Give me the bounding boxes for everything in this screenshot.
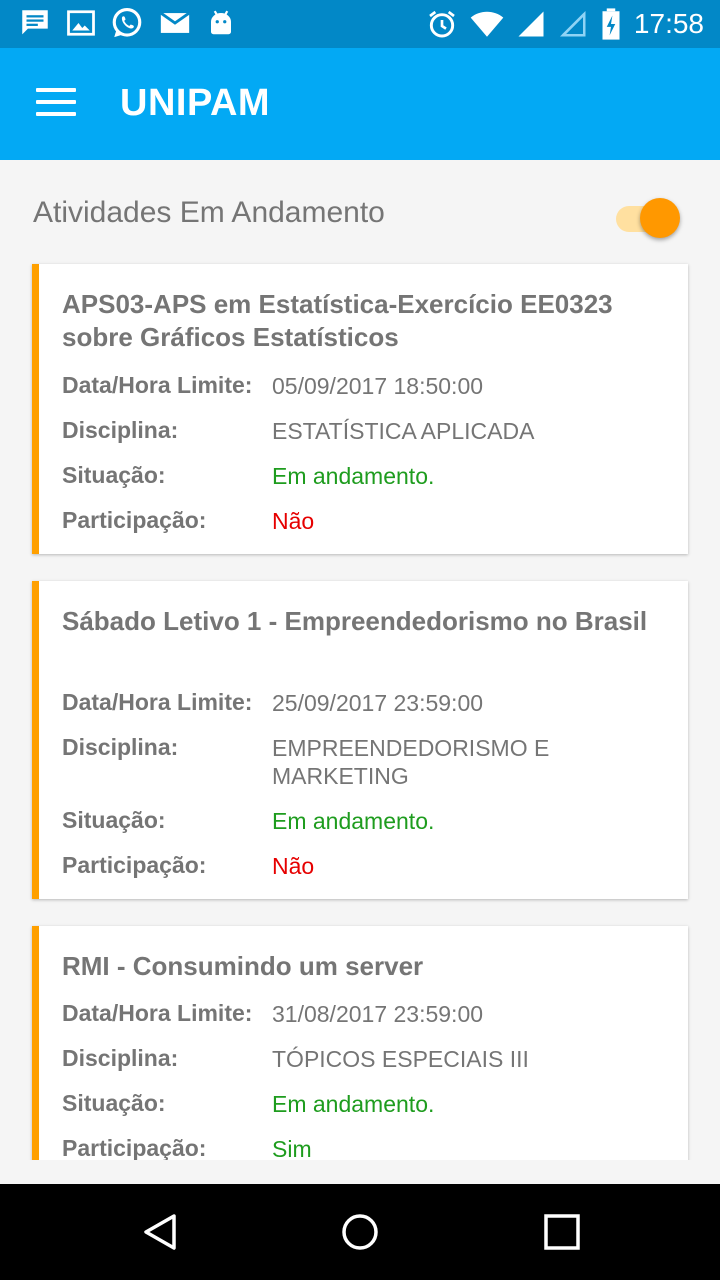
back-icon[interactable] [140, 1212, 180, 1252]
deadline-value: 31/08/2017 23:59:00 [272, 1001, 484, 1027]
notification-icons [18, 6, 236, 40]
activity-list[interactable]: Atividades Em Andamento APS03-APS em Est… [0, 160, 720, 1160]
deadline-label: Data/Hora Limite: [62, 1000, 253, 1026]
deadline-row: Data/Hora Limite: 05/09/2017 18:50:00 [62, 372, 668, 402]
discipline-row: Disciplina: TÓPICOS ESPECIAIS III [62, 1045, 668, 1075]
app-title: UNIPAM [120, 82, 271, 124]
section-title: Atividades Em Andamento [33, 196, 385, 229]
participation-value: Sim [272, 1136, 312, 1160]
filter-toggle[interactable] [614, 198, 682, 242]
wifi-icon [470, 7, 504, 41]
discipline-value: ESTATÍSTICA APLICADA [272, 418, 535, 444]
participation-label: Participação: [62, 507, 207, 533]
discipline-value: EMPREENDEDORISMO E MARKETING [272, 735, 550, 789]
status-value: Em andamento. [272, 463, 435, 489]
discipline-value: TÓPICOS ESPECIAIS III [272, 1046, 529, 1072]
participation-value: Não [272, 853, 315, 879]
discipline-label: Disciplina: [62, 417, 179, 443]
status-value: Em andamento. [272, 1091, 435, 1117]
activity-title: Sábado Letivo 1 - Empreendedorismo no Br… [62, 606, 648, 636]
mail-icon [158, 6, 192, 40]
image-icon [66, 8, 96, 38]
status-value: Em andamento. [272, 808, 435, 834]
deadline-value: 05/09/2017 18:50:00 [272, 373, 484, 399]
activity-title: RMI - Consumindo um server [62, 951, 424, 981]
participation-label: Participação: [62, 1135, 207, 1160]
activity-card[interactable]: Sábado Letivo 1 - Empreendedorismo no Br… [32, 581, 688, 899]
clock: 17:58 [633, 8, 704, 39]
signal-icon [516, 9, 546, 39]
status-bar: 17:58 [0, 0, 720, 48]
status-label: Situação: [62, 1090, 166, 1116]
toggle-thumb [640, 198, 680, 238]
status-label: Situação: [62, 462, 166, 488]
whatsapp-icon [110, 6, 144, 40]
activity-title: APS03-APS em Estatística-Exercício EE032… [62, 289, 613, 352]
status-row: Situação: Em andamento. [62, 1090, 668, 1120]
discipline-label: Disciplina: [62, 1045, 179, 1071]
menu-icon[interactable] [36, 88, 76, 118]
deadline-label: Data/Hora Limite: [62, 689, 253, 715]
deadline-row: Data/Hora Limite: 31/08/2017 23:59:00 [62, 1000, 668, 1030]
deadline-value: 25/09/2017 23:59:00 [272, 690, 484, 716]
recents-icon[interactable] [542, 1212, 582, 1252]
signal-empty-icon [558, 9, 588, 39]
status-label: Situação: [62, 807, 166, 833]
app-bar: UNIPAM [0, 48, 720, 160]
home-icon[interactable] [340, 1212, 380, 1252]
alarm-icon [426, 8, 458, 40]
participation-row: Participação: Sim [62, 1135, 668, 1160]
deadline-row: Data/Hora Limite: 25/09/2017 23:59:00 [62, 689, 668, 719]
activity-card[interactable]: APS03-APS em Estatística-Exercício EE032… [32, 264, 688, 554]
message-icon [18, 6, 52, 40]
status-row: Situação: Em andamento. [62, 807, 668, 837]
navigation-bar [0, 1184, 720, 1280]
activity-card[interactable]: RMI - Consumindo um server Data/Hora Lim… [32, 926, 688, 1160]
discipline-row: Disciplina: EMPREENDEDORISMO E MARKETING [62, 734, 668, 794]
participation-row: Participação: Não [62, 507, 668, 537]
participation-row: Participação: Não [62, 852, 668, 882]
participation-value: Não [272, 508, 315, 534]
android-icon [206, 8, 236, 38]
battery-charging-icon [600, 7, 622, 41]
participation-label: Participação: [62, 852, 207, 878]
discipline-label: Disciplina: [62, 734, 179, 760]
status-row: Situação: Em andamento. [62, 462, 668, 492]
system-icons: 17:58 [426, 6, 704, 42]
deadline-label: Data/Hora Limite: [62, 372, 253, 398]
discipline-row: Disciplina: ESTATÍSTICA APLICADA [62, 417, 668, 447]
